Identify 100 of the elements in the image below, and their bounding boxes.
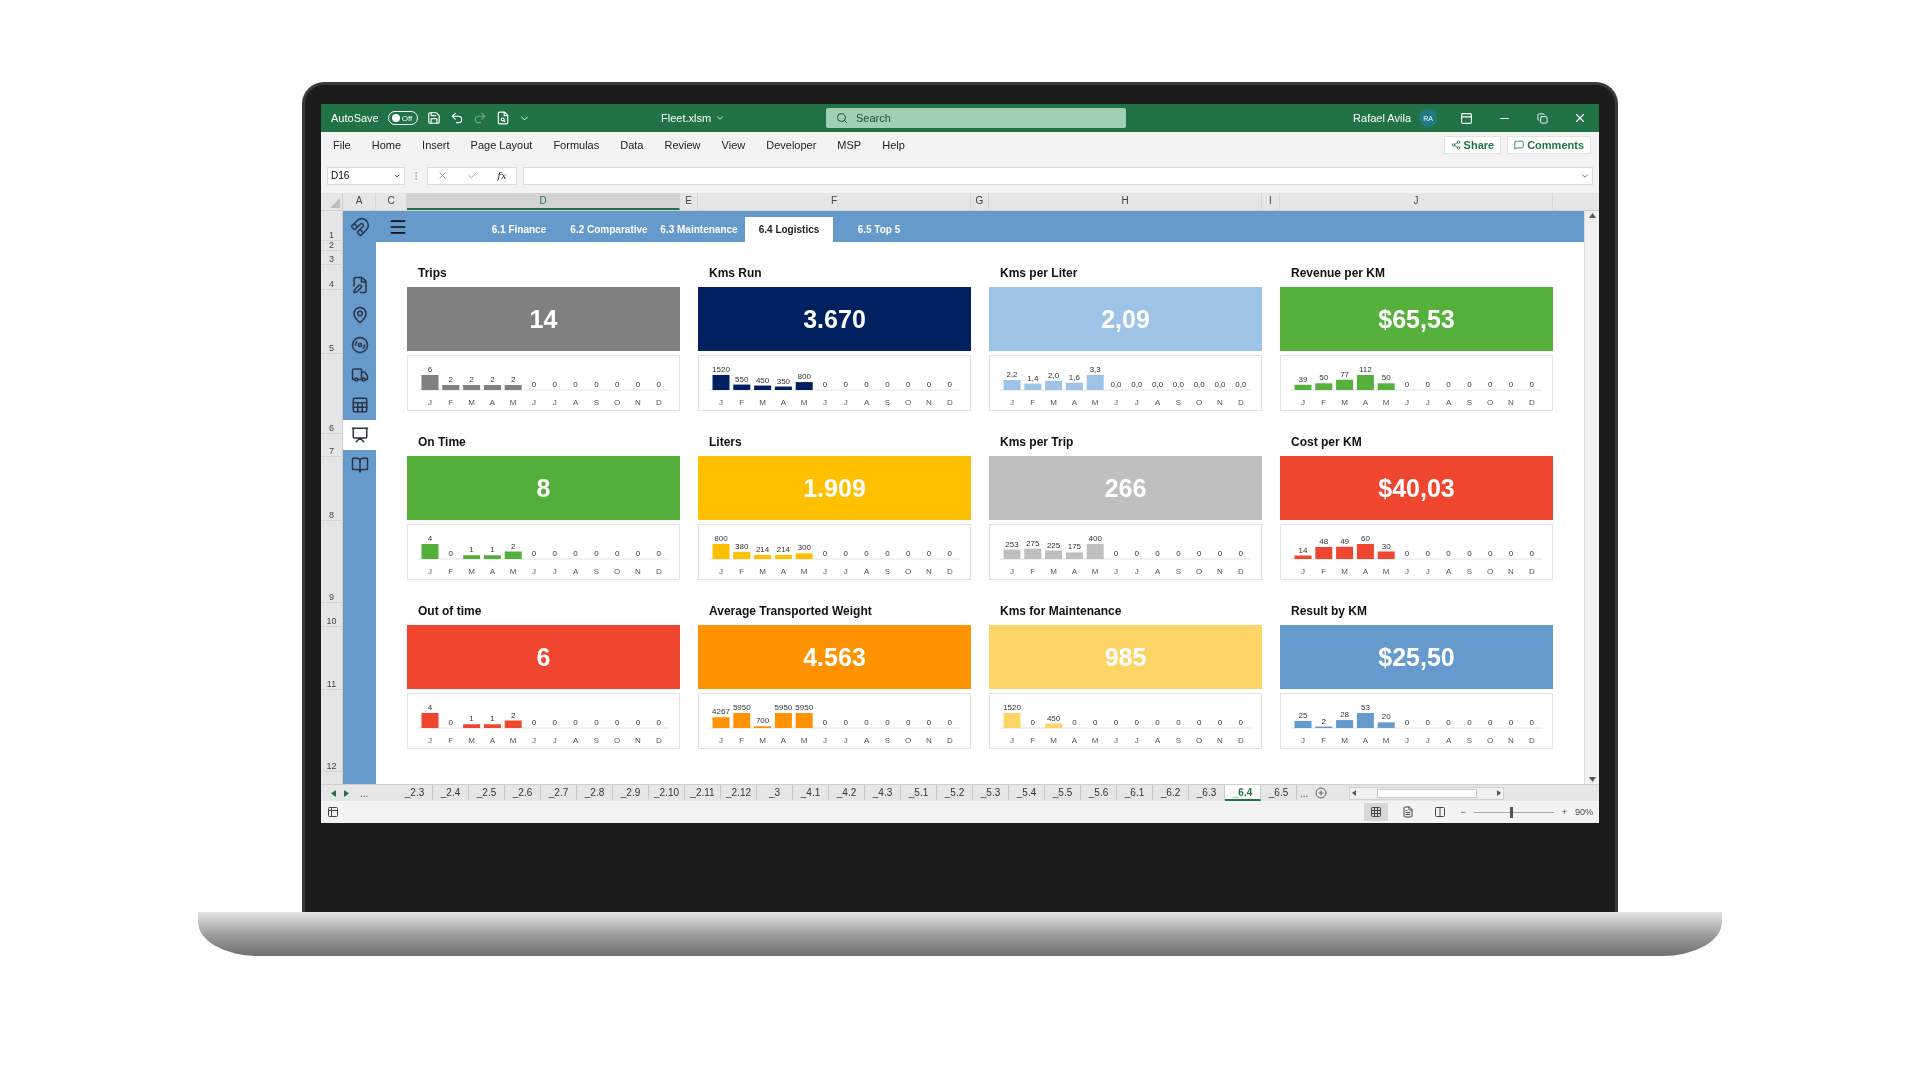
sheet-tab[interactable]: _5.6 — [1081, 785, 1117, 801]
sheet-tab[interactable]: _5.1 — [901, 785, 937, 801]
sheet-tab[interactable]: _4.3 — [865, 785, 901, 801]
column-header[interactable]: D — [407, 193, 680, 210]
presentation-button[interactable] — [343, 420, 376, 450]
menu-item[interactable]: Data — [620, 139, 644, 151]
presentation-icon — [350, 426, 369, 444]
page-icon[interactable] — [1402, 806, 1415, 818]
check-icon[interactable] — [467, 170, 479, 181]
row-header[interactable]: 5 — [321, 290, 342, 354]
row-header[interactable]: 3 — [321, 251, 342, 265]
caret-icon[interactable] — [715, 113, 726, 123]
column-header[interactable]: A — [343, 193, 376, 210]
comments-button[interactable]: Comments — [1507, 136, 1591, 154]
next-sheet-icon[interactable] — [344, 789, 349, 797]
month-label: J — [1010, 736, 1014, 745]
row-header[interactable]: 6 — [321, 354, 342, 434]
normal-view-button[interactable] — [1364, 803, 1389, 821]
row-header[interactable]: 2 — [321, 241, 342, 251]
horizontal-scrollbar[interactable] — [1349, 786, 1505, 800]
menu-item[interactable]: Insert — [422, 139, 450, 151]
menu-item[interactable]: MSP — [837, 139, 862, 151]
sheet-tab[interactable]: _2.5 — [469, 785, 505, 801]
menu-item[interactable]: Developer — [766, 139, 817, 151]
insert-function-button[interactable]: fx — [497, 170, 507, 181]
row-header[interactable]: 9 — [321, 521, 342, 603]
formula-input[interactable] — [523, 166, 1593, 185]
sheet-tab[interactable]: _6.5 — [1261, 785, 1297, 801]
sheet-tab[interactable]: _3 — [757, 785, 793, 801]
month-label: M — [1091, 567, 1099, 576]
menu-item[interactable]: Page Layout — [470, 139, 533, 151]
undo-icon[interactable] — [449, 111, 464, 125]
share-button[interactable]: Share — [1443, 136, 1502, 154]
sheet-tab[interactable]: _2.6 — [505, 785, 541, 801]
column-header[interactable]: G — [971, 193, 989, 210]
menu-item[interactable]: File — [333, 139, 351, 151]
previous-sheet-icon[interactable] — [331, 789, 336, 797]
row-header[interactable]: 11 — [321, 627, 342, 690]
sheet-tab[interactable]: _5.3 — [973, 785, 1009, 801]
month-label: D — [946, 736, 953, 745]
more-sheets-button[interactable]: ... — [1297, 785, 1312, 801]
restore-icon[interactable] — [1536, 112, 1548, 124]
menu-item[interactable]: Formulas — [553, 139, 600, 151]
add-sheet-icon[interactable] — [1315, 787, 1328, 799]
save-icon[interactable] — [426, 111, 441, 125]
scroll-thumb[interactable] — [1376, 788, 1477, 798]
row-header[interactable]: 8 — [321, 457, 342, 521]
sheet-tab[interactable]: _5.5 — [1045, 785, 1081, 801]
sheet-tab[interactable]: _5.2 — [937, 785, 973, 801]
macro-record-icon[interactable] — [327, 806, 339, 818]
row-header[interactable]: 4 — [321, 265, 342, 290]
sheet-tab[interactable]: _2.3 — [397, 785, 433, 801]
column-header[interactable]: J — [1280, 193, 1553, 210]
row-header[interactable]: 1 — [321, 211, 342, 241]
more-sheets-button[interactable]: ... — [357, 787, 372, 799]
sheet-tab[interactable]: _2.11 — [685, 785, 721, 801]
month-label: M — [468, 567, 475, 576]
close-icon[interactable] — [1573, 111, 1587, 125]
sheet-tab[interactable]: _6.4 — [1225, 785, 1261, 801]
column-header[interactable]: F — [698, 193, 971, 210]
columns-icon[interactable] — [1434, 806, 1447, 818]
scroll-right-icon[interactable] — [1497, 790, 1502, 796]
menu-item[interactable]: Review — [664, 139, 701, 151]
column-header[interactable]: H — [989, 193, 1262, 210]
sheet-tab[interactable]: _5.4 — [1009, 785, 1045, 801]
search-field[interactable]: Search — [826, 108, 1126, 128]
sheet-tab[interactable]: _2.12 — [721, 785, 757, 801]
file-name[interactable]: Fleet.xlsm — [661, 112, 712, 124]
row-header[interactable]: 12 — [321, 690, 342, 772]
document-icon[interactable] — [495, 111, 510, 125]
scroll-down-icon[interactable] — [1588, 777, 1596, 782]
name-box[interactable]: D16 — [327, 166, 405, 185]
cancel-icon[interactable] — [437, 170, 449, 181]
scroll-left-icon[interactable] — [1352, 790, 1357, 796]
sheet-tab[interactable]: _2.10 — [649, 785, 685, 801]
vertical-scrollbar[interactable] — [1584, 211, 1599, 784]
sheet-tab[interactable]: _2.4 — [433, 785, 469, 801]
dashboard-tab[interactable]: 6.4 Logistics — [745, 217, 833, 242]
sheet-tab[interactable]: _4.2 — [829, 785, 865, 801]
zoom-out-button[interactable]: − — [1460, 807, 1466, 817]
sheet-tab[interactable]: _4.1 — [793, 785, 829, 801]
scroll-up-icon[interactable] — [1588, 213, 1596, 218]
menu-item[interactable]: Help — [882, 139, 905, 151]
row-header[interactable]: 10 — [321, 603, 342, 627]
sheet-tab[interactable]: _6.2 — [1153, 785, 1189, 801]
sheet-tab[interactable]: _2.9 — [613, 785, 649, 801]
row-header[interactable]: 7 — [321, 434, 342, 457]
zoom-in-button[interactable]: + — [1561, 807, 1567, 817]
sheet-tab[interactable]: _2.8 — [577, 785, 613, 801]
menu-item[interactable]: View — [721, 139, 746, 151]
column-header[interactable]: I — [1262, 193, 1280, 210]
sheet-tab[interactable]: _2.7 — [541, 785, 577, 801]
zoom-thumb[interactable] — [1509, 806, 1513, 818]
column-header[interactable]: E — [680, 193, 698, 210]
chart-bar — [1377, 722, 1395, 728]
ribbon-display-icon[interactable] — [1459, 111, 1473, 125]
menu-item[interactable]: Home — [371, 139, 402, 151]
sheet-tab[interactable]: _6.1 — [1117, 785, 1153, 801]
month-label: O — [1487, 398, 1494, 407]
month-label: J — [843, 736, 848, 745]
